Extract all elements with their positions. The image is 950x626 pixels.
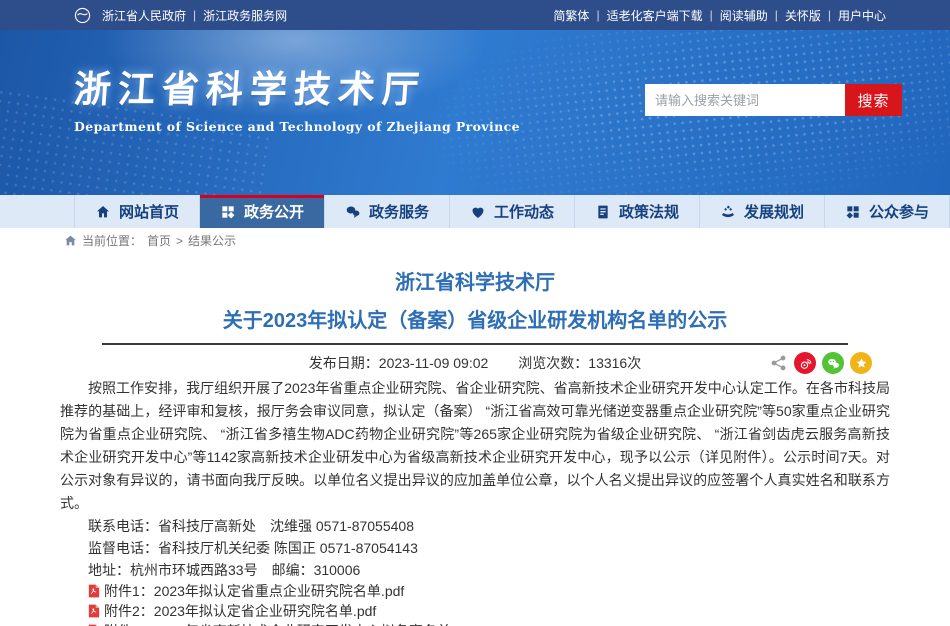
attachment-link-1[interactable]: 附件1：2023年拟认定省重点企业研究院名单.pdf <box>104 581 404 601</box>
link-reading-aid[interactable]: 阅读辅助 <box>720 7 768 24</box>
publish-date: 发布日期：2023-11-09 09:02 <box>309 353 489 373</box>
nav-label: 工作动态 <box>494 201 554 222</box>
breadcrumb-separator: > <box>176 234 183 248</box>
separator: | <box>710 8 713 22</box>
view-count: 浏览次数：13316次 <box>518 353 641 373</box>
site-search: 搜索 <box>645 84 902 116</box>
article-content: 浙江省科学技术厅 关于2023年拟认定（备案）省级企业研发机构名单的公示 发布日… <box>0 269 950 626</box>
main-navigation: 网站首页 政务公开 政务服务 工作动态 政策法规 发展规划 公众参与 <box>0 195 950 228</box>
supervision-phone: 监督电话：省科技厅机关纪委 陈国正 0571-87054143 <box>60 537 890 559</box>
contact-phone: 联系电话：省科技厅高新处 沈维强 0571-87055408 <box>60 515 890 537</box>
nav-item-public-participation[interactable]: 公众参与 <box>825 195 950 228</box>
nav-item-work-news[interactable]: 工作动态 <box>450 195 575 228</box>
attachment-link-3[interactable]: 附件3：2023年省高新技术企业研究开发中心拟备案名单.pdf <box>104 621 474 626</box>
breadcrumb-current: 结果公示 <box>188 232 236 249</box>
share-nodes-icon[interactable] <box>770 354 788 372</box>
breadcrumb-home-link[interactable]: 首页 <box>147 232 171 249</box>
attachment-row: 附件1：2023年拟认定省重点企业研究院名单.pdf <box>60 581 890 601</box>
participation-grid-icon <box>845 204 861 220</box>
nav-label: 政务服务 <box>369 201 429 222</box>
nav-item-policies[interactable]: 政策法规 <box>575 195 700 228</box>
nav-item-gov-open[interactable]: 政务公开 <box>200 195 325 228</box>
separator: | <box>828 8 831 22</box>
wechat-icon[interactable] <box>822 352 844 374</box>
link-care-version[interactable]: 关怀版 <box>785 7 821 24</box>
nav-label: 公众参与 <box>869 201 929 222</box>
nav-item-home[interactable]: 网站首页 <box>74 195 200 228</box>
link-zhejiang-service[interactable]: 浙江政务服务网 <box>203 7 287 24</box>
article-title-line1: 浙江省科学技术厅 <box>60 269 890 297</box>
zhejiang-gov-logo-icon <box>74 7 91 24</box>
topbar-left: 浙江省人民政府 | 浙江政务服务网 <box>74 7 287 24</box>
title-divider <box>102 343 848 345</box>
site-brand: 浙江省科学技术厅 Department of Science and Techn… <box>74 66 520 134</box>
attachment-link-2[interactable]: 附件2：2023年拟认定省企业研究院名单.pdf <box>104 601 376 621</box>
link-elderly-client-download[interactable]: 适老化客户端下载 <box>607 7 703 24</box>
separator: | <box>775 8 778 22</box>
heart-icon <box>470 204 486 220</box>
share-bar <box>770 352 872 374</box>
open-gov-grid-icon <box>220 204 236 220</box>
home-icon <box>95 204 111 220</box>
pdf-icon <box>88 604 100 618</box>
nav-label: 发展规划 <box>744 201 804 222</box>
site-subtitle-english: Department of Science and Technology of … <box>74 119 520 134</box>
attachment-row: 附件3：2023年省高新技术企业研究开发中心拟备案名单.pdf <box>60 621 890 626</box>
nav-label: 政策法规 <box>619 201 679 222</box>
nav-label: 政务公开 <box>244 201 304 222</box>
site-banner: 浙江省科学技术厅 Department of Science and Techn… <box>0 30 950 195</box>
nav-item-gov-service[interactable]: 政务服务 <box>325 195 450 228</box>
nav-label: 网站首页 <box>119 201 179 222</box>
article-meta: 发布日期：2023-11-09 09:02 浏览次数：13316次 <box>60 351 890 375</box>
address-line: 地址：杭州市环城西路33号 邮编：310006 <box>60 559 890 581</box>
search-input[interactable] <box>645 84 845 116</box>
attachment-row: 附件2：2023年拟认定省企业研究院名单.pdf <box>60 601 890 621</box>
topbar-right: 简繁体 | 适老化客户端下载 | 阅读辅助 | 关怀版 | 用户中心 <box>553 7 886 24</box>
article-paragraph: 按照工作安排，我厅组织开展了2023年省重点企业研究院、省企业研究院、省高新技术… <box>60 377 890 515</box>
document-icon <box>595 204 611 220</box>
search-button[interactable]: 搜索 <box>845 84 902 116</box>
link-zhejiang-gov[interactable]: 浙江省人民政府 <box>102 7 186 24</box>
top-utility-bar: 浙江省人民政府 | 浙江政务服务网 简繁体 | 适老化客户端下载 | 阅读辅助 … <box>0 0 950 30</box>
pdf-icon <box>88 584 100 598</box>
site-title: 浙江省科学技术厅 <box>72 66 521 112</box>
weibo-icon[interactable] <box>794 352 816 374</box>
separator: | <box>596 8 599 22</box>
home-icon <box>64 234 77 247</box>
breadcrumb-label: 当前位置： <box>82 232 142 249</box>
breadcrumb: 当前位置： 首页 > 结果公示 <box>0 228 950 253</box>
link-simplified-traditional[interactable]: 简繁体 <box>553 7 589 24</box>
chat-bubbles-icon <box>345 204 361 220</box>
nav-item-development-plan[interactable]: 发展规划 <box>700 195 825 228</box>
qzone-star-icon[interactable] <box>850 352 872 374</box>
article-title-line2: 关于2023年拟认定（备案）省级企业研发机构名单的公示 <box>60 307 890 335</box>
hand-with-sparkles-icon <box>720 204 736 220</box>
separator: | <box>193 8 196 22</box>
link-user-center[interactable]: 用户中心 <box>838 7 886 24</box>
